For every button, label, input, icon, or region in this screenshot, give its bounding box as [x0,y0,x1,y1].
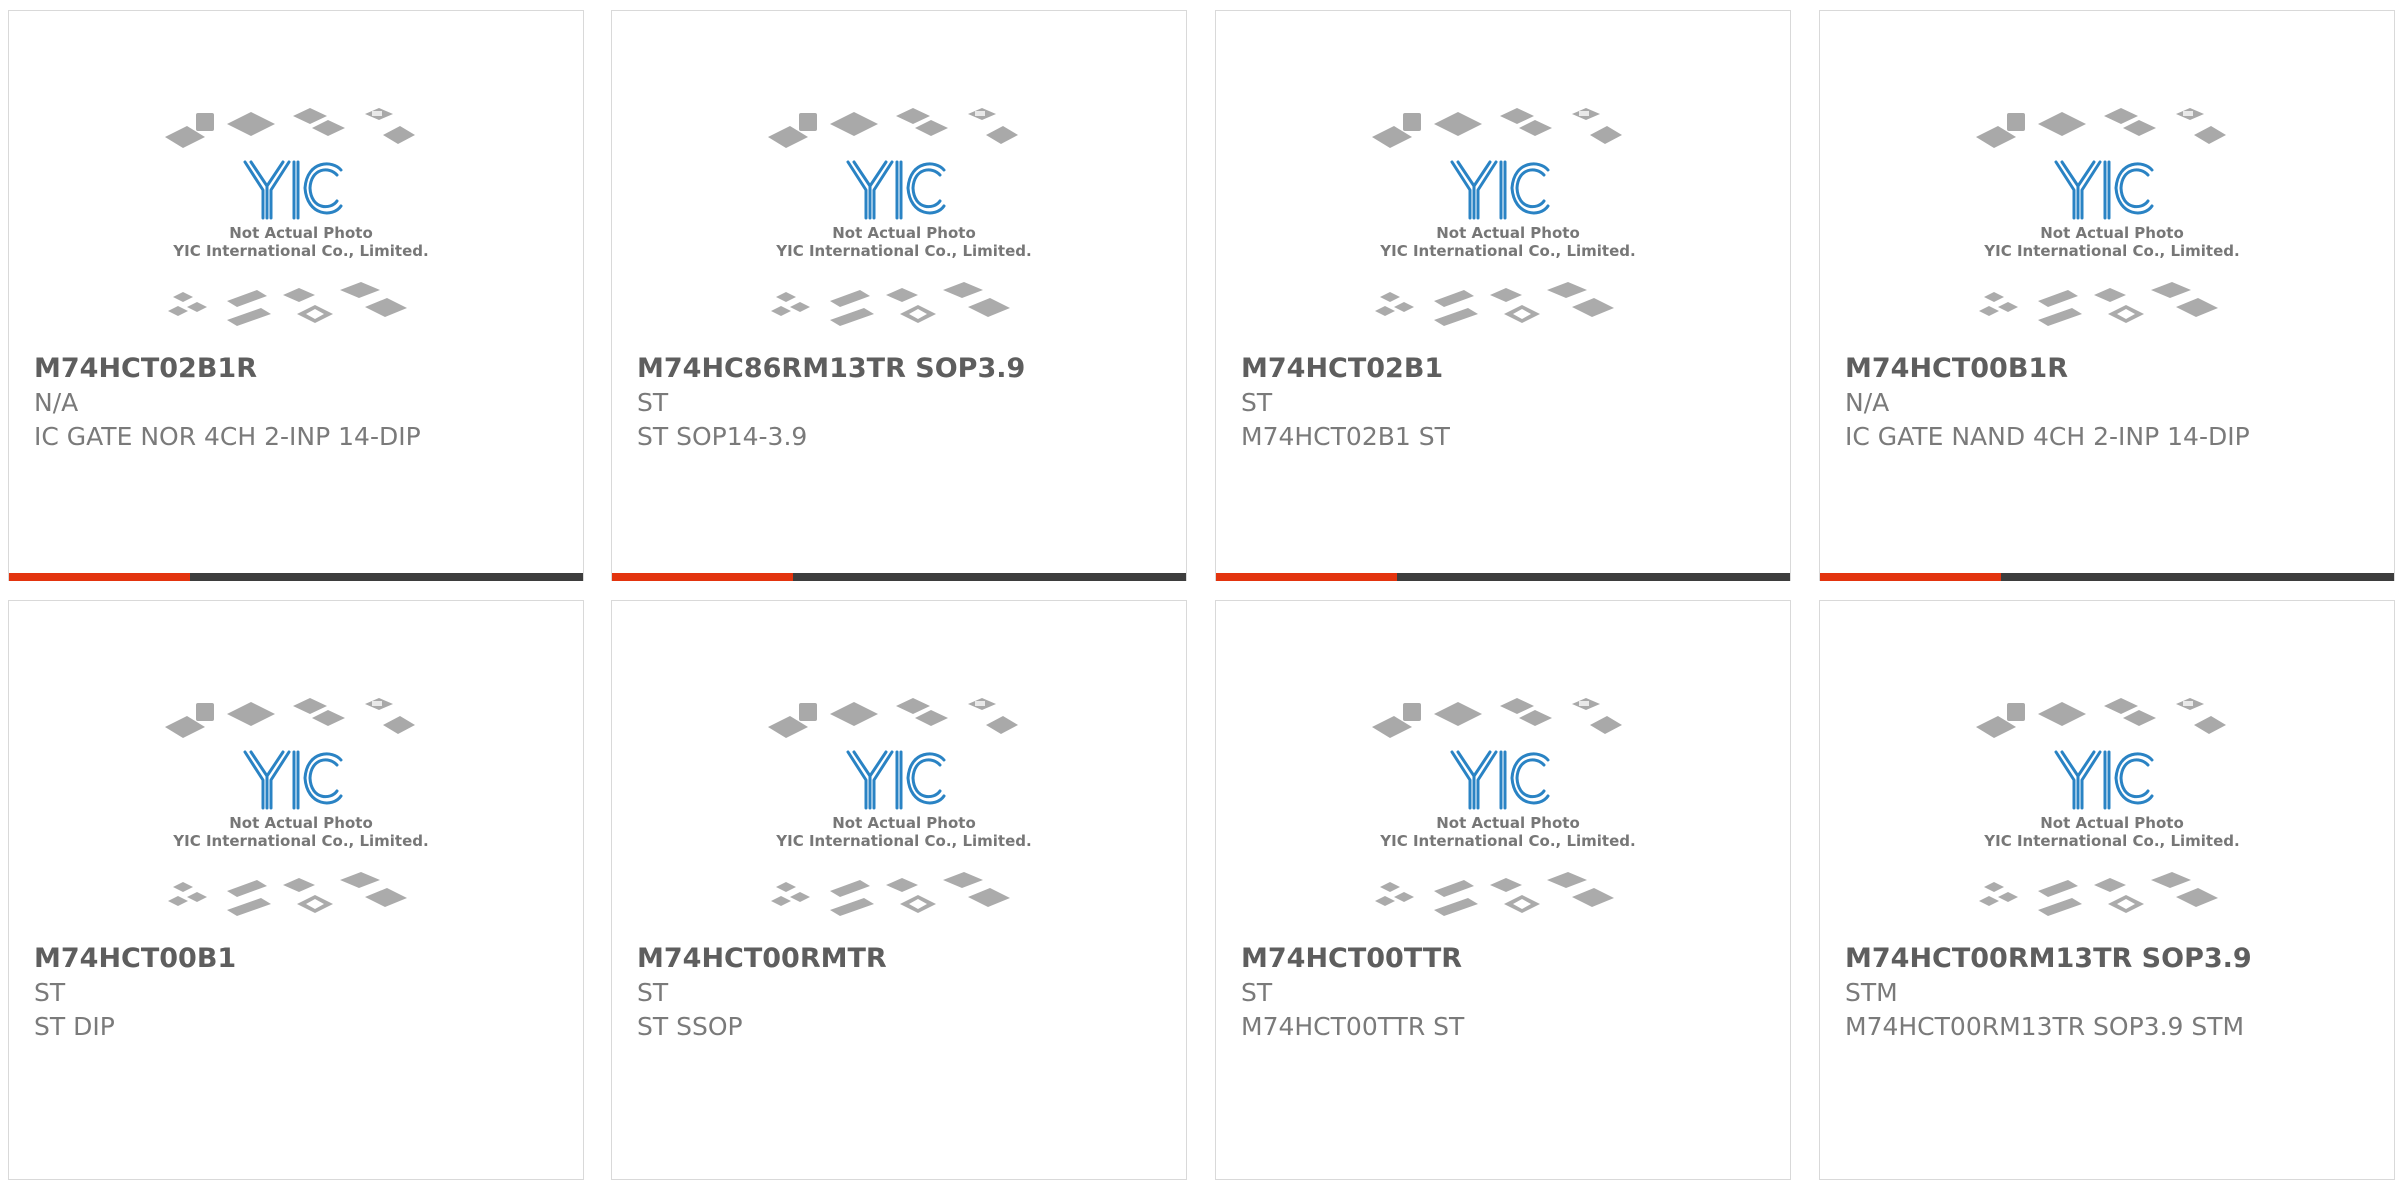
product-info: M74HCT00RM13TR SOP3.9 STM M74HCT00RM13TR… [1845,942,2374,1044]
yic-logo-icon [2054,750,2154,810]
product-image: Not Actual Photo YIC International Co., … [1976,690,2248,938]
product-info: M74HCT02B1 ST M74HCT02B1 ST [1241,352,1770,454]
product-card[interactable]: Not Actual Photo YIC International Co., … [8,600,584,1180]
product-image: Not Actual Photo YIC International Co., … [165,690,437,938]
product-image: Not Actual Photo YIC International Co., … [1372,100,1644,348]
manufacturer: ST [1241,388,1273,417]
card-accent-bar [612,573,1186,581]
yic-logo-icon [243,160,343,220]
card-accent-bar [1216,573,1790,581]
manufacturer: ST [637,388,669,417]
product-card[interactable]: Not Actual Photo YIC International Co., … [1819,600,2395,1180]
placeholder-line1: Not Actual Photo [1436,224,1580,242]
part-number[interactable]: M74HCT02B1R [34,352,563,386]
yic-logo-icon [846,160,946,220]
manufacturer: ST [34,978,66,1007]
product-card[interactable]: Not Actual Photo YIC International Co., … [1819,10,2395,581]
product-image: Not Actual Photo YIC International Co., … [768,100,1040,348]
placeholder-line2: YIC International Co., Limited. [1379,832,1635,850]
yic-logo-icon [2054,160,2154,220]
yic-logo-icon [243,750,343,810]
placeholder-line2: YIC International Co., Limited. [775,242,1031,260]
part-number[interactable]: M74HC86RM13TR SOP3.9 [637,352,1166,386]
placeholder-line1: Not Actual Photo [229,224,373,242]
description: IC GATE NAND 4CH 2-INP 14-DIP [1845,422,2250,451]
yic-logo-icon [1450,160,1550,220]
manufacturer: N/A [1845,388,1890,417]
placeholder-line1: Not Actual Photo [229,814,373,832]
description: ST SSOP [637,1012,743,1041]
card-accent-bar [9,573,583,581]
product-info: M74HCT00TTR ST M74HCT00TTR ST [1241,942,1770,1044]
part-number[interactable]: M74HCT02B1 [1241,352,1770,386]
description: IC GATE NOR 4CH 2-INP 14-DIP [34,422,421,451]
product-card[interactable]: Not Actual Photo YIC International Co., … [611,10,1187,581]
placeholder-line2: YIC International Co., Limited. [172,242,428,260]
placeholder-line2: YIC International Co., Limited. [775,832,1031,850]
description: M74HCT00RM13TR SOP3.9 STM [1845,1012,2245,1041]
product-image: Not Actual Photo YIC International Co., … [165,100,437,348]
placeholder-line2: YIC International Co., Limited. [1983,242,2239,260]
part-number[interactable]: M74HCT00B1 [34,942,563,976]
description: M74HCT00TTR ST [1241,1012,1465,1041]
description: M74HCT02B1 ST [1241,422,1450,451]
part-number[interactable]: M74HCT00RM13TR SOP3.9 [1845,942,2374,976]
placeholder-line2: YIC International Co., Limited. [1983,832,2239,850]
accent-segment [1216,573,1397,581]
part-number[interactable]: M74HCT00TTR [1241,942,1770,976]
card-accent-bar [1820,573,2394,581]
placeholder-line1: Not Actual Photo [2040,224,2184,242]
product-info: M74HCT00B1R N/A IC GATE NAND 4CH 2-INP 1… [1845,352,2374,454]
placeholder-line1: Not Actual Photo [1436,814,1580,832]
product-card[interactable]: Not Actual Photo YIC International Co., … [8,10,584,581]
placeholder-line2: YIC International Co., Limited. [1379,242,1635,260]
accent-segment [9,573,190,581]
product-info: M74HCT00B1 ST ST DIP [34,942,563,1044]
manufacturer: STM [1845,978,1898,1007]
product-image: Not Actual Photo YIC International Co., … [768,690,1040,938]
placeholder-line2: YIC International Co., Limited. [172,832,428,850]
manufacturer: N/A [34,388,79,417]
product-image: Not Actual Photo YIC International Co., … [1372,690,1644,938]
accent-segment [1820,573,2001,581]
part-number[interactable]: M74HCT00RMTR [637,942,1166,976]
manufacturer: ST [637,978,669,1007]
placeholder-line1: Not Actual Photo [832,814,976,832]
description: ST SOP14-3.9 [637,422,808,451]
product-info: M74HC86RM13TR SOP3.9 ST ST SOP14-3.9 [637,352,1166,454]
product-grid: Not Actual Photo YIC International Co., … [0,0,2400,1180]
product-card[interactable]: Not Actual Photo YIC International Co., … [1215,600,1791,1180]
manufacturer: ST [1241,978,1273,1007]
description: ST DIP [34,1012,115,1041]
product-card[interactable]: Not Actual Photo YIC International Co., … [1215,10,1791,581]
yic-logo-icon [1450,750,1550,810]
accent-segment [612,573,793,581]
placeholder-line1: Not Actual Photo [832,224,976,242]
yic-logo-icon [846,750,946,810]
product-info: M74HCT02B1R N/A IC GATE NOR 4CH 2-INP 14… [34,352,563,454]
product-image: Not Actual Photo YIC International Co., … [1976,100,2248,348]
product-card[interactable]: Not Actual Photo YIC International Co., … [611,600,1187,1180]
placeholder-line1: Not Actual Photo [2040,814,2184,832]
part-number[interactable]: M74HCT00B1R [1845,352,2374,386]
product-info: M74HCT00RMTR ST ST SSOP [637,942,1166,1044]
